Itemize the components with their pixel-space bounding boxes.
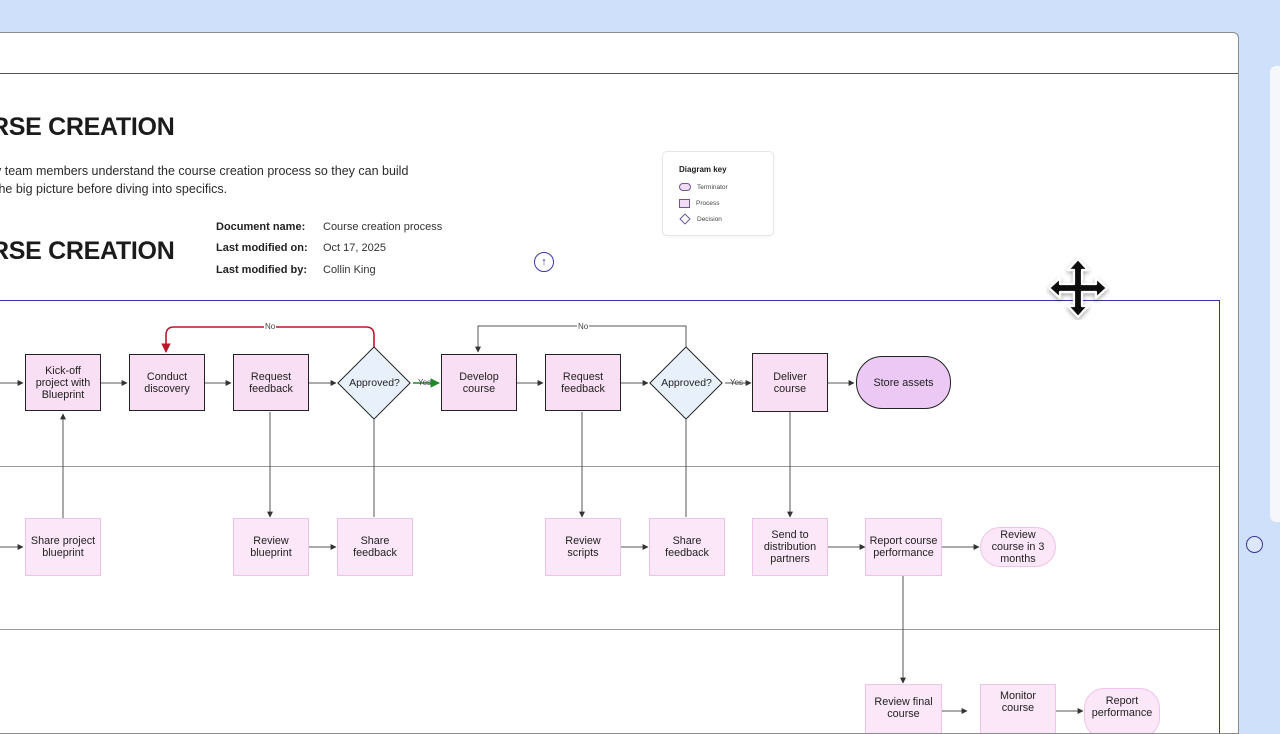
move-cursor-icon bbox=[1047, 257, 1109, 319]
node-monitor-course[interactable]: Monitor course bbox=[980, 684, 1056, 733]
node-report-course-performance[interactable]: Report course performance bbox=[865, 518, 942, 576]
document-page: RSE CREATION v team members understand t… bbox=[0, 32, 1239, 734]
edge-label-yes: Yes bbox=[730, 378, 744, 387]
node-develop-course[interactable]: Develop course bbox=[441, 354, 517, 411]
edge-label-yes: Yes bbox=[418, 378, 432, 387]
edge-label-no: No bbox=[577, 322, 590, 331]
node-review-final-course[interactable]: Review final course bbox=[865, 684, 942, 733]
node-send-to-distribution[interactable]: Send to distribution partners bbox=[752, 518, 828, 576]
node-review-course-3-months[interactable]: Review course in 3 months bbox=[980, 527, 1056, 567]
node-request-feedback[interactable]: Request feedback bbox=[545, 354, 621, 411]
node-share-feedback[interactable]: Share feedback bbox=[649, 518, 725, 576]
node-share-feedback[interactable]: Share feedback bbox=[337, 518, 413, 576]
frame-resize-handle[interactable] bbox=[1246, 536, 1263, 553]
edge-label-no: No bbox=[264, 322, 277, 331]
node-conduct-discovery[interactable]: Conduct discovery bbox=[129, 354, 205, 411]
reject-connector bbox=[161, 326, 375, 355]
node-review-blueprint[interactable]: Review blueprint bbox=[233, 518, 309, 576]
node-deliver-course[interactable]: Deliver course bbox=[752, 353, 828, 412]
decision-label: Approved? bbox=[661, 377, 712, 389]
node-share-project-blueprint[interactable]: Share project blueprint bbox=[25, 518, 101, 576]
vertical-scrollbar[interactable] bbox=[1270, 66, 1280, 522]
node-request-feedback[interactable]: Request feedback bbox=[233, 354, 309, 411]
node-store-assets[interactable]: Store assets bbox=[856, 356, 951, 409]
node-kickoff[interactable]: Kick-off project with Blueprint bbox=[25, 354, 101, 411]
decision-label: Approved? bbox=[349, 377, 400, 389]
node-report-performance[interactable]: Report performance bbox=[1084, 688, 1160, 733]
node-review-scripts[interactable]: Review scripts bbox=[545, 518, 621, 576]
